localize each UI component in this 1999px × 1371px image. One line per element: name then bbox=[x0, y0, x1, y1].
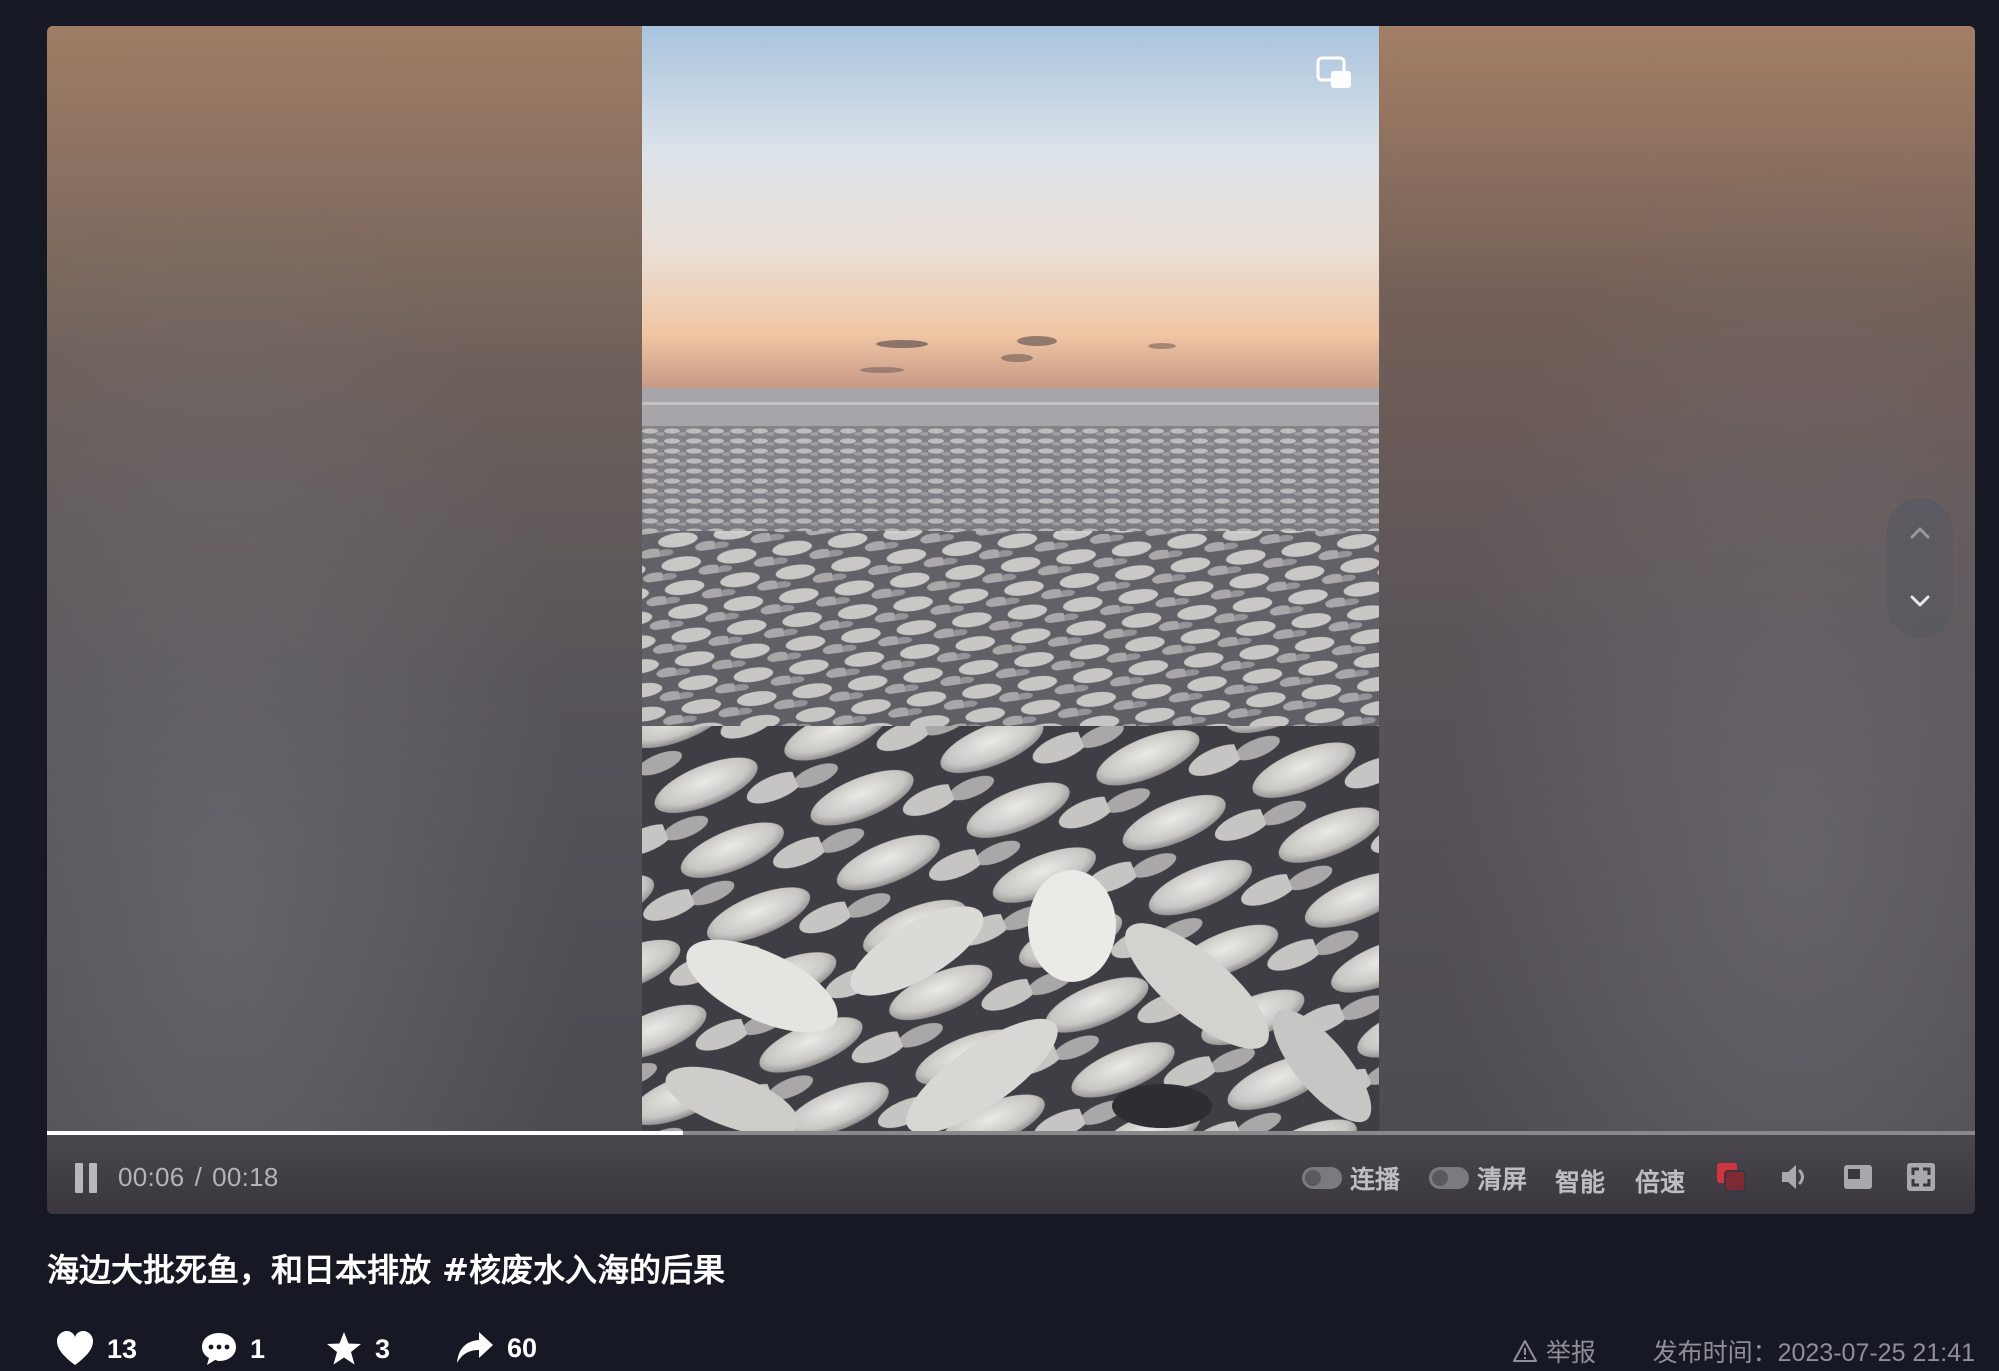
like-button[interactable]: 13 bbox=[55, 1330, 137, 1368]
control-bar: 00:06 / 00:18 连播 清屏 智能 倍速 bbox=[47, 1135, 1975, 1214]
video-blur-right bbox=[1380, 26, 1975, 1131]
duration: 00:18 bbox=[212, 1162, 279, 1192]
time-display: 00:06 / 00:18 bbox=[118, 1162, 279, 1193]
mini-player-icon[interactable] bbox=[1840, 1159, 1876, 1195]
autoplay-switch[interactable] bbox=[1302, 1167, 1342, 1189]
clear-screen-switch[interactable] bbox=[1429, 1167, 1469, 1189]
video-still bbox=[642, 26, 1379, 1131]
top-bar bbox=[0, 0, 1999, 26]
chevron-down-icon[interactable] bbox=[1907, 588, 1933, 614]
pause-icon[interactable] bbox=[75, 1163, 99, 1193]
video-blur-left bbox=[47, 26, 642, 1131]
warning-icon bbox=[1513, 1340, 1537, 1362]
fullscreen-icon[interactable] bbox=[1903, 1159, 1939, 1195]
comment-button[interactable]: 1 bbox=[200, 1330, 265, 1368]
pip-icon[interactable] bbox=[1315, 54, 1355, 94]
report-label: 举报 bbox=[1546, 1339, 1597, 1367]
current-time: 00:06 bbox=[118, 1162, 185, 1192]
report-button[interactable]: 举报 bbox=[1512, 1333, 1596, 1369]
share-count: 60 bbox=[507, 1332, 538, 1363]
autoplay-label: 连播 bbox=[1350, 1166, 1401, 1194]
star-icon bbox=[327, 1332, 361, 1365]
video-frame[interactable] bbox=[642, 26, 1379, 1131]
clear-screen-toggle[interactable]: 清屏 bbox=[1429, 1163, 1528, 1194]
favorite-button[interactable]: 3 bbox=[325, 1330, 390, 1368]
autoplay-toggle[interactable]: 连播 bbox=[1302, 1163, 1401, 1194]
clear-screen-label: 清屏 bbox=[1477, 1166, 1528, 1194]
time-separator: / bbox=[194, 1162, 203, 1192]
chevron-up-icon[interactable] bbox=[1907, 520, 1933, 546]
comment-icon bbox=[202, 1333, 236, 1365]
favorite-count: 3 bbox=[375, 1333, 391, 1364]
smart-button[interactable]: 智能 bbox=[1555, 1163, 1605, 1199]
share-button[interactable]: 60 bbox=[455, 1330, 537, 1366]
danmaku-icon[interactable] bbox=[1713, 1159, 1749, 1195]
comment-count: 1 bbox=[250, 1333, 266, 1364]
like-count: 13 bbox=[107, 1333, 138, 1364]
speed-button[interactable]: 倍速 bbox=[1635, 1163, 1685, 1199]
video-caption: 海边大批死鱼，和日本排放 #核废水入海的后果 bbox=[47, 1251, 725, 1289]
video-switch-pill bbox=[1887, 498, 1953, 638]
publish-time: 发布时间：2023-07-25 21:41 bbox=[1652, 1339, 1975, 1367]
volume-icon[interactable] bbox=[1776, 1159, 1812, 1195]
share-icon bbox=[457, 1332, 493, 1363]
video-player[interactable]: 00:06 / 00:18 连播 清屏 智能 倍速 bbox=[47, 26, 1975, 1214]
heart-icon bbox=[57, 1331, 93, 1365]
